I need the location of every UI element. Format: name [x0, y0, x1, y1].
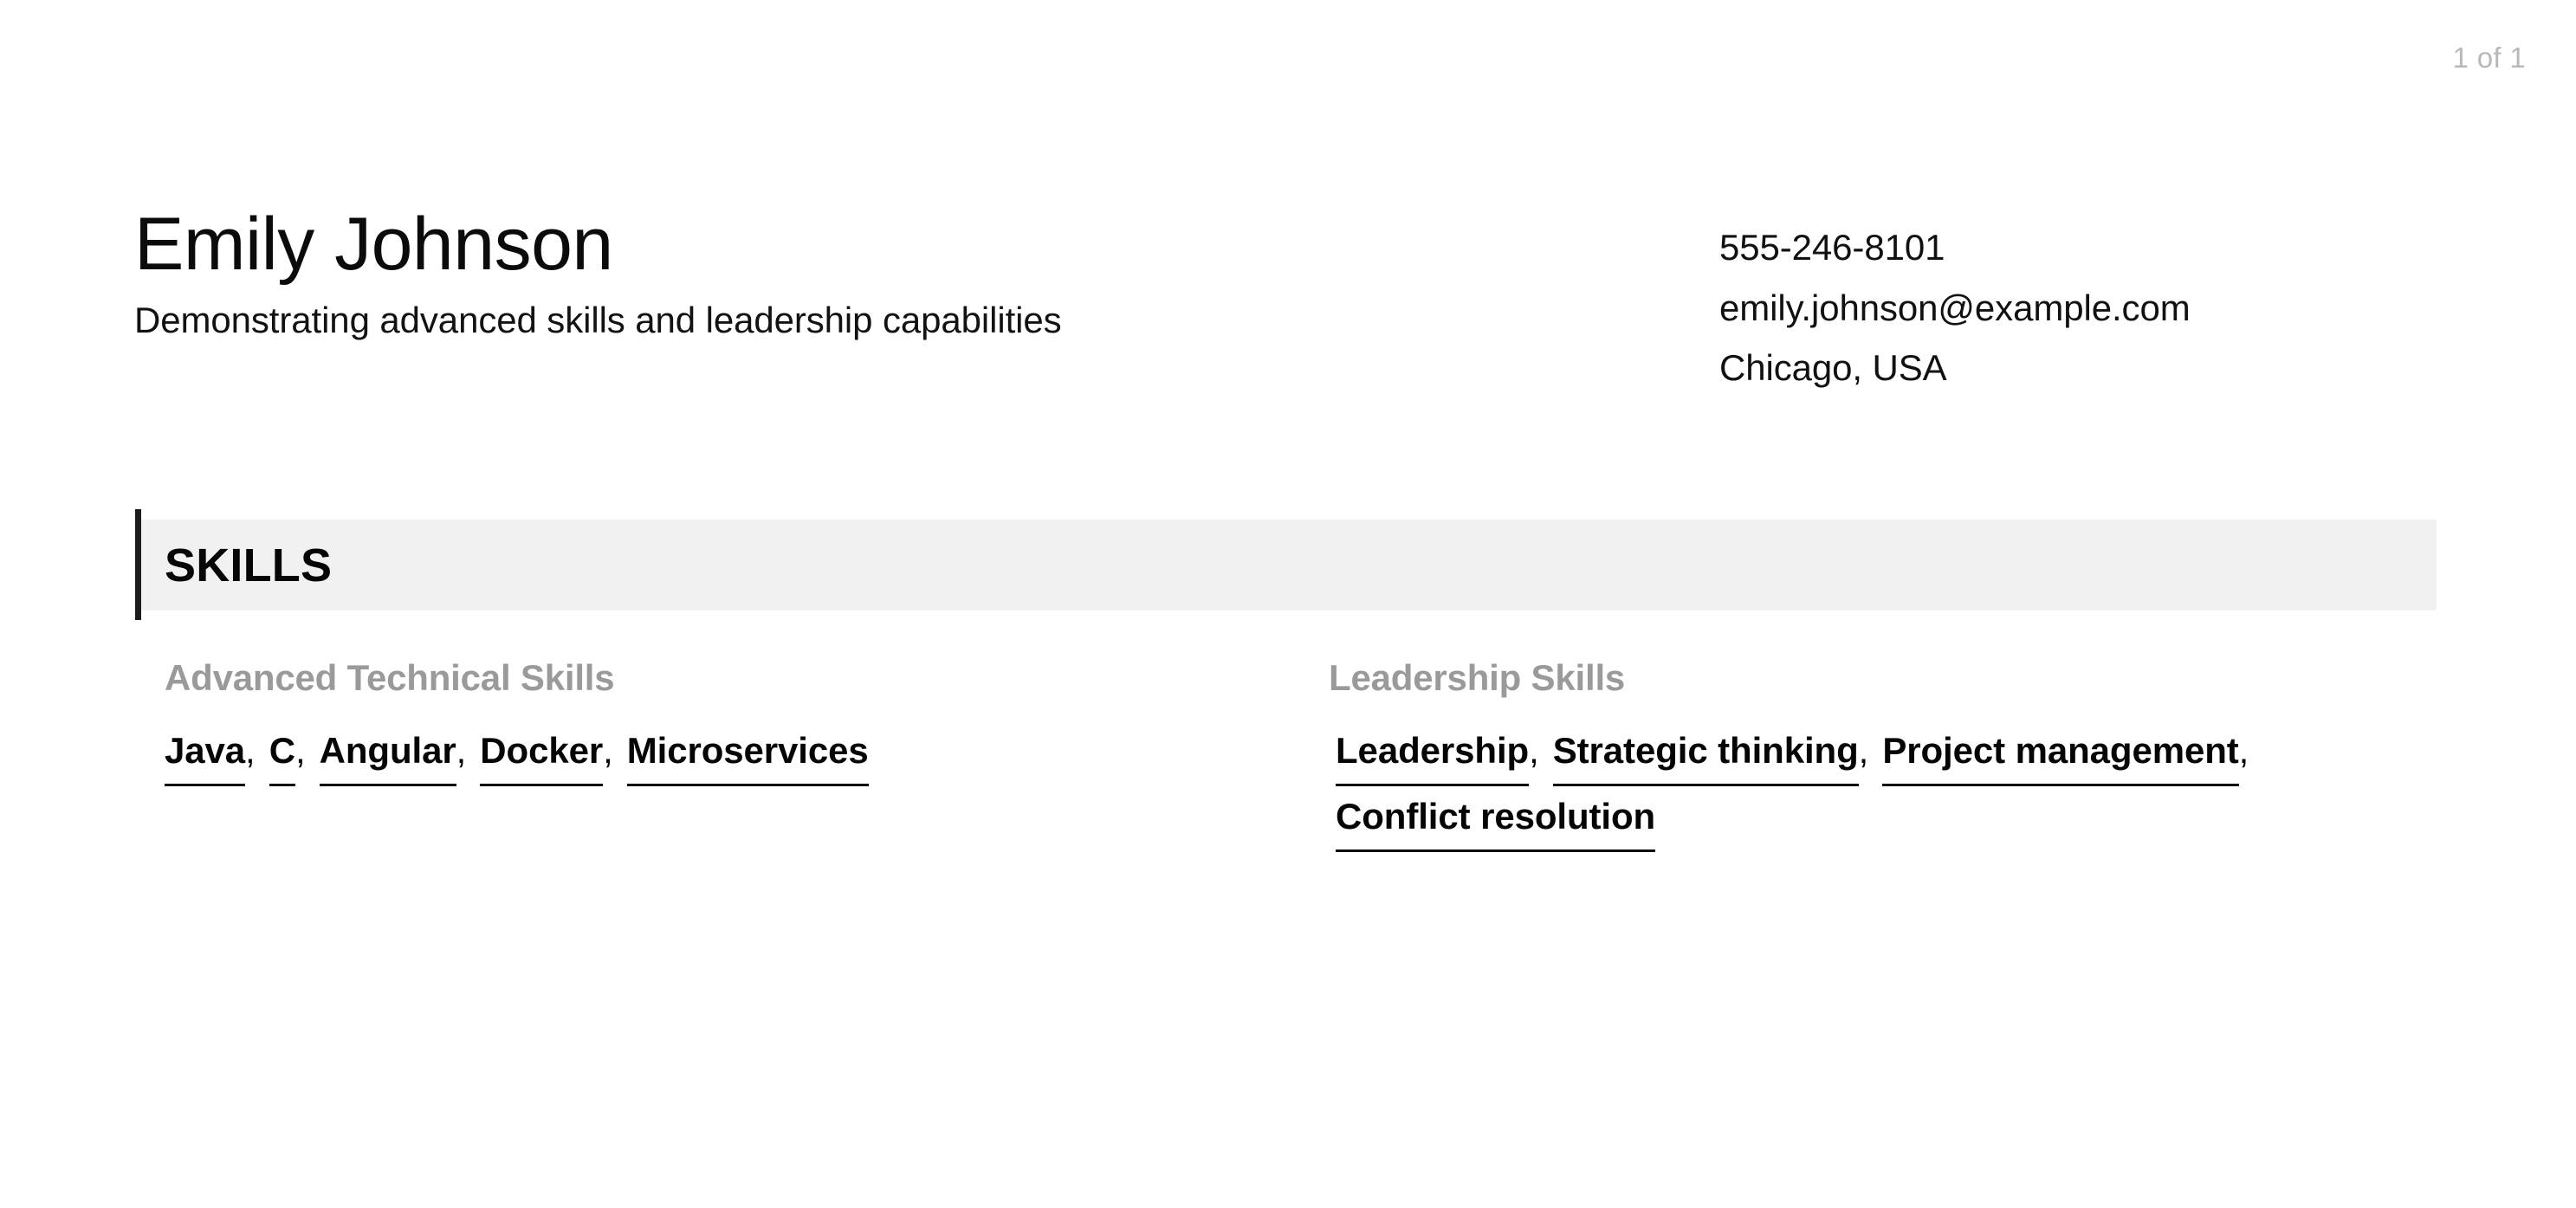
skill-term: Leadership: [1336, 733, 1529, 787]
skills-columns: Advanced Technical Skills Java, C, Angular…: [0, 657, 2576, 853]
contact-email: emily.johnson@example.com: [1719, 287, 2191, 328]
candidate-tagline: Demonstrating advanced skills and leader…: [134, 300, 1062, 341]
skill-item: Conflict resolution: [1336, 786, 1655, 853]
skills-section-header: SKILLS: [135, 509, 2437, 620]
contact-location: Chicago, USA: [1719, 347, 1947, 389]
skill-item: Strategic thinking,: [1552, 720, 1869, 787]
skill-group-leadership: Leadership Skills Leadership, Strategic t…: [0, 657, 2576, 853]
skill-item: Leadership,: [1336, 720, 1539, 787]
skill-separator: ,: [1529, 730, 1539, 772]
skills-section: SKILLS: [0, 509, 2576, 620]
skill-term: Project management: [1882, 733, 2239, 787]
header-identity-block: Emily Johnson Demonstrating advanced ski…: [134, 203, 1719, 343]
contact-phone: 555-246-8101: [1719, 227, 1945, 268]
skill-term: Strategic thinking: [1552, 733, 1859, 787]
skill-list-leadership: Leadership, Strategic thinking, Project ma…: [1329, 720, 2264, 853]
skills-section-title: SKILLS: [165, 539, 333, 591]
skill-separator: ,: [2238, 730, 2249, 772]
skill-term: Conflict resolution: [1336, 798, 1655, 853]
resume-document: Emily Johnson Demonstrating advanced ski…: [0, 0, 2576, 1208]
document-page: 1 of 1 Emily Johnson Demonstrating advan…: [0, 0, 2576, 1208]
skill-group-title-leadership: Leadership Skills: [1329, 657, 1626, 698]
resume-header: Emily Johnson Demonstrating advanced ski…: [134, 203, 2438, 390]
contact-block: 555-246-8101 emily.johnson@example.com C…: [1719, 206, 2438, 390]
section-accent-bar: [135, 509, 141, 620]
skill-item: Project management,: [1882, 720, 2249, 787]
skill-separator: ,: [1858, 730, 1869, 772]
candidate-name: Emily Johnson: [134, 203, 613, 286]
